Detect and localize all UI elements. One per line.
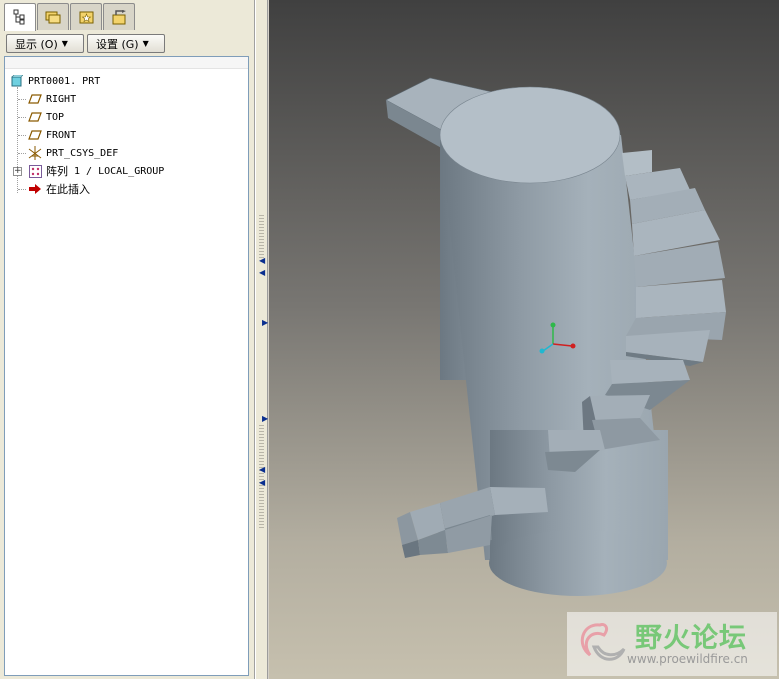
tree-root-label: PRT0001. PRT xyxy=(28,75,101,87)
tree-guide-line xyxy=(18,153,26,154)
favorites-tab[interactable] xyxy=(70,3,102,30)
connections-icon xyxy=(112,10,126,25)
datum-plane-icon xyxy=(27,92,43,106)
tree-header xyxy=(5,57,248,69)
chevron-down-icon: ▼ xyxy=(61,39,68,48)
model-tree-tab[interactable] xyxy=(4,3,36,31)
collapse-left-icon[interactable]: ◀ xyxy=(259,256,265,265)
forum-logo-icon xyxy=(580,623,626,661)
connections-tab[interactable] xyxy=(103,3,135,30)
tree-item-label: 1 / LOCAL_GROUP xyxy=(74,165,165,177)
folder-browser-icon xyxy=(45,11,61,24)
panel-splitter[interactable]: ◀ ◀ ▶ ▶ ◀ ◀ xyxy=(255,0,268,679)
show-menu-label: 显示 (O) xyxy=(15,37,58,51)
expand-toggle[interactable]: + xyxy=(13,167,22,176)
tree-item-label: RIGHT xyxy=(46,93,77,105)
chevron-down-icon: ▼ xyxy=(142,39,149,48)
tree-item-label: TOP xyxy=(46,111,65,123)
tree-item-label: PRT_CSYS_DEF xyxy=(46,147,119,159)
tree-guide-line xyxy=(18,189,26,190)
collapse-left-icon[interactable]: ◀ xyxy=(259,465,265,474)
tree-item-csys[interactable]: PRT_CSYS_DEF xyxy=(27,144,118,162)
settings-menu-label: 设置 (G) xyxy=(96,37,139,51)
model-tree-icon xyxy=(13,9,25,25)
tree-item-front[interactable]: FRONT xyxy=(27,126,76,144)
forum-watermark: 野火论坛 www.proewildfire.cn xyxy=(567,612,777,676)
splitter-grip xyxy=(259,215,264,260)
forum-url: www.proewildfire.cn xyxy=(627,652,748,666)
tree-guide-line xyxy=(17,87,18,193)
tree-item-insert-here[interactable]: 在此插入 xyxy=(27,180,90,198)
collapse-left-icon[interactable]: ◀ xyxy=(259,478,265,487)
datum-plane-icon xyxy=(27,128,43,142)
tree-item-label: FRONT xyxy=(46,129,77,141)
tree-item-right[interactable]: RIGHT xyxy=(27,90,76,108)
expand-right-icon[interactable]: ▶ xyxy=(262,414,268,423)
tree-guide-line xyxy=(18,135,26,136)
graphics-window[interactable] xyxy=(269,0,779,679)
coordinate-system-icon xyxy=(27,146,43,160)
tree-item-top[interactable]: TOP xyxy=(27,108,64,126)
tree-item-label-cn: 阵列 xyxy=(46,165,68,178)
collapse-left-icon[interactable]: ◀ xyxy=(259,268,265,277)
show-menu-button[interactable]: 显示 (O) ▼ xyxy=(6,34,84,53)
insert-here-arrow-icon xyxy=(27,182,43,196)
tree-item-label: 在此插入 xyxy=(46,183,90,196)
tree-toolbar: 显示 (O) ▼ 设置 (G) ▼ xyxy=(6,34,165,53)
expand-right-icon[interactable]: ▶ xyxy=(262,318,268,327)
navigator-panel: 显示 (O) ▼ 设置 (G) ▼ PRT0001. PRT RIGHT TOP… xyxy=(0,0,255,679)
tree-guide-line xyxy=(18,99,26,100)
spiral-staircase-model[interactable] xyxy=(269,0,779,679)
folder-browser-tab[interactable] xyxy=(37,3,69,30)
model-tree: PRT0001. PRT RIGHT TOP FRONT PRT_CSYS_DE… xyxy=(4,56,249,676)
tree-root-part[interactable]: PRT0001. PRT xyxy=(9,72,100,90)
part-icon xyxy=(9,74,25,88)
pattern-icon xyxy=(27,164,43,178)
settings-menu-button[interactable]: 设置 (G) ▼ xyxy=(87,34,165,53)
favorites-icon xyxy=(79,11,94,24)
tree-item-pattern[interactable]: 阵列 1 / LOCAL_GROUP xyxy=(27,162,164,180)
datum-plane-icon xyxy=(27,110,43,124)
navigator-tabs xyxy=(4,3,136,31)
forum-title: 野火论坛 xyxy=(635,623,747,654)
tree-guide-line xyxy=(18,117,26,118)
